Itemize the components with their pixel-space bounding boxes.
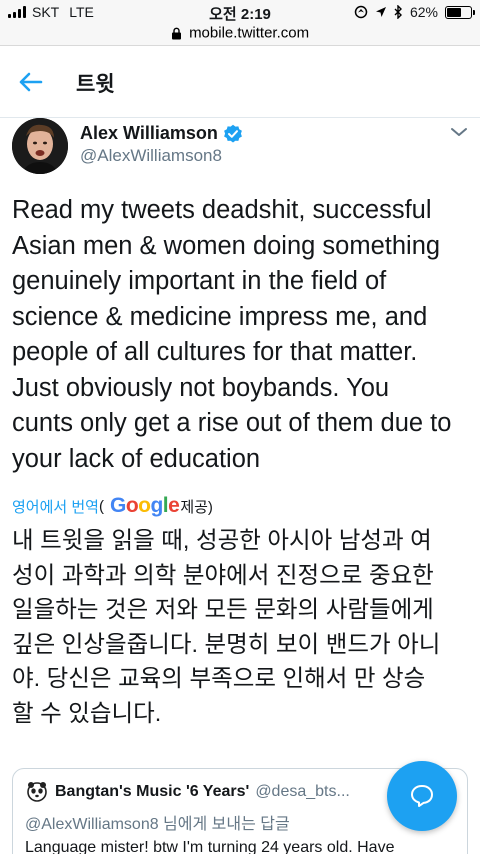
author-name-text: Alex Williamson — [80, 123, 218, 143]
quoted-author-handle: @desa_bts... — [255, 783, 350, 800]
back-arrow-icon[interactable] — [18, 70, 44, 94]
url-bar[interactable]: mobile.twitter.com — [0, 24, 480, 46]
translate-provider-suffix: 제공) — [180, 498, 213, 516]
quoted-author-name: Bangtan's Music '6 Years' — [55, 783, 250, 800]
battery-icon — [445, 5, 475, 19]
compose-reply-button[interactable] — [387, 761, 457, 831]
verified-badge-icon — [223, 124, 242, 142]
page-title: 트윗 — [76, 73, 115, 96]
page-header: 트윗 — [0, 46, 480, 118]
google-logo-letter: g — [150, 494, 163, 517]
quoted-reply-context: @AlexWilliamson8 님에게 보내는 답글 — [25, 816, 290, 833]
translation-attribution: 영어에서 번역 ( Google 제공) — [12, 494, 213, 518]
lock-icon — [171, 27, 181, 40]
author-handle[interactable]: @AlexWilliamson8 — [80, 146, 222, 166]
google-logo-letter: e — [168, 494, 180, 517]
google-logo-letter: G — [109, 494, 126, 517]
google-logo-letter: o — [138, 494, 151, 517]
speech-bubble-icon — [411, 785, 433, 807]
avatar[interactable] — [12, 118, 68, 174]
chevron-down-icon[interactable] — [450, 126, 468, 138]
google-logo-letter: o — [125, 494, 139, 517]
author-name[interactable]: Alex Williamson — [80, 123, 243, 144]
google-logo: Google — [109, 494, 180, 518]
quoted-avatar-icon — [27, 782, 47, 802]
tweet-text: Read my tweets deadshit, successful Asia… — [12, 196, 452, 473]
translated-text: 내 트윗을 읽을 때, 성공한 아시아 남성과 여 성이 과학과 의학 분야에서… — [12, 527, 441, 726]
translate-link[interactable]: 영어에서 번역 — [12, 496, 99, 517]
quoted-tweet-text: Language mister! btw I'm turning 24 year… — [25, 839, 395, 854]
url-text: mobile.twitter.com — [189, 24, 310, 42]
bluetooth-icon — [394, 5, 402, 19]
location-arrow-icon — [375, 7, 386, 17]
status-bar: SKT LTE 오전 2:19 62% — [0, 0, 480, 24]
location-lock-icon — [354, 5, 368, 19]
translate-paren: ( — [98, 497, 104, 515]
battery-percent: 62% — [409, 4, 438, 20]
avatar-image — [12, 118, 68, 174]
